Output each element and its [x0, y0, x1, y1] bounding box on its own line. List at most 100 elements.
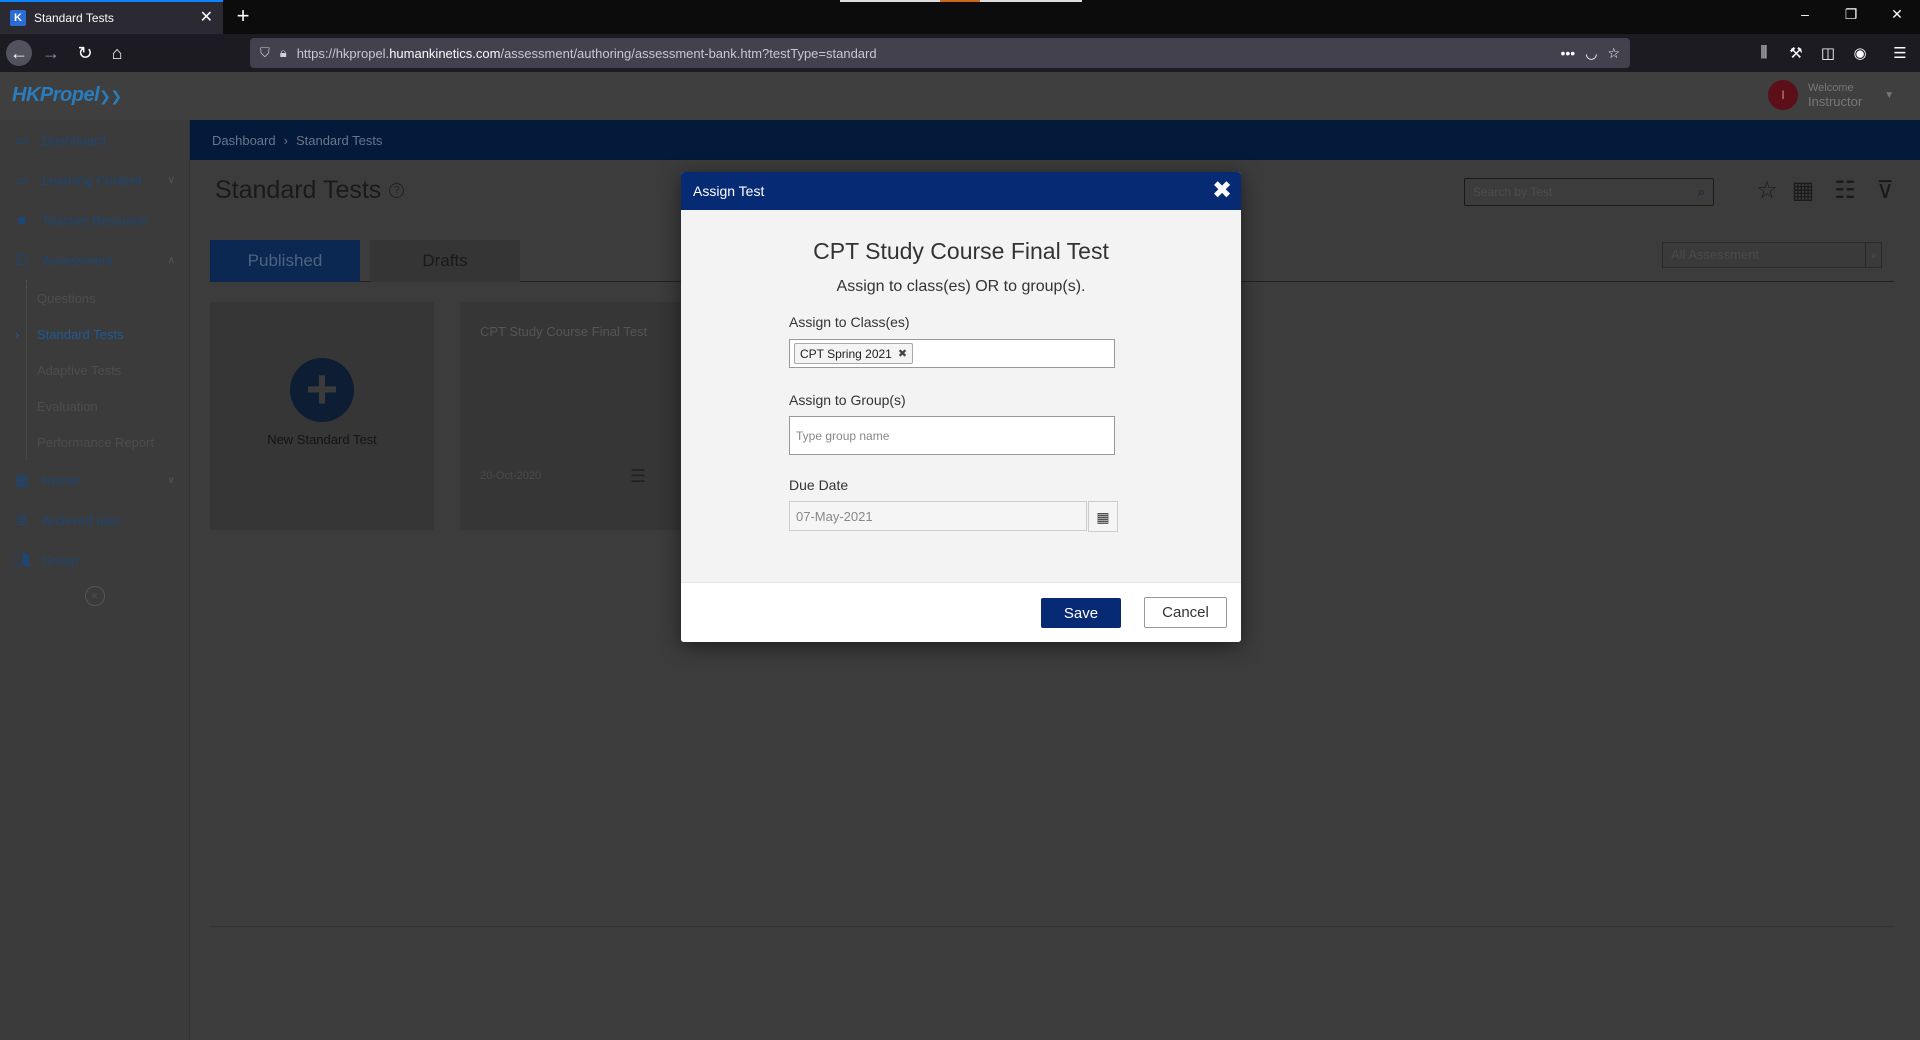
plus-icon[interactable]: +	[290, 358, 354, 422]
tab-drafts[interactable]: Drafts	[370, 240, 520, 282]
help-icon[interactable]: ?	[389, 183, 405, 198]
account-icon[interactable]: ◉	[1848, 44, 1872, 62]
group-label: Assign to Group(s)	[789, 392, 906, 408]
save-button[interactable]: Save	[1041, 598, 1121, 628]
test-card[interactable]: CPT Study Course Final Test 20-Oct-2020 …	[460, 302, 680, 530]
close-window-icon[interactable]: ✕	[1874, 6, 1920, 23]
shield-icon[interactable]: ⛉	[260, 45, 270, 61]
modal-header: Assign Test ✖	[681, 172, 1241, 210]
star-icon[interactable]: ☆	[1752, 176, 1782, 206]
wrench-icon[interactable]: ⚒	[1784, 44, 1808, 62]
monitor-icon: ▭	[14, 132, 30, 149]
page-actions-icon[interactable]: •••	[1561, 45, 1576, 61]
cancel-button[interactable]: Cancel	[1144, 597, 1227, 628]
chevron-up-icon[interactable]: ∧	[168, 255, 175, 266]
breadcrumb-dashboard[interactable]: Dashboard	[212, 133, 276, 148]
forward-icon[interactable]: →	[38, 40, 64, 66]
calendar-icon: ▦	[14, 472, 30, 489]
users-icon: 👥︎	[12, 552, 32, 569]
app-header: HKPropel❯❯ I Welcome Instructor ▼	[0, 72, 1920, 120]
close-tab-icon[interactable]: ✕	[200, 10, 213, 26]
search-icon[interactable]: ⌕	[1698, 184, 1705, 200]
calendar-icon[interactable]: ▦	[1088, 501, 1118, 532]
sidebar: ▭ Dashboard ▱ Learning Content ∨ ■ Teach…	[0, 120, 190, 1040]
sidebar-item-standard-tests[interactable]: Standard Tests	[15, 316, 189, 352]
sidebar-item-teacher-resource[interactable]: ■ Teacher Resource	[0, 200, 189, 240]
url-bar[interactable]: ⛉ 🔒︎ https://hkpropel.humankinetics.com/…	[250, 38, 1630, 68]
bookmark-star-icon[interactable]: ☆	[1607, 45, 1620, 62]
list-view-icon[interactable]: ☷	[1830, 176, 1860, 206]
browser-tab[interactable]: K Standard Tests ✕	[0, 0, 223, 34]
lock-icon[interactable]: 🔒︎	[280, 45, 287, 61]
assessment-submenu: Questions Standard Tests Adaptive Tests …	[15, 280, 189, 460]
modal-footer: Save Cancel	[681, 582, 1241, 642]
assessment-filter-select[interactable]: All Assessment ∨	[1662, 242, 1882, 268]
sidebar-item-archived-user[interactable]: ≣ Archived user	[0, 500, 189, 540]
divider	[210, 926, 1894, 927]
tab-published[interactable]: Published	[210, 240, 360, 282]
sidebar-item-group[interactable]: 👥︎ Group	[0, 540, 189, 580]
browser-tab-bar: K Standard Tests ✕ + – ❐ ✕	[0, 0, 1920, 34]
modal-test-title: CPT Study Course Final Test	[813, 238, 1109, 264]
close-icon[interactable]: ✖	[1209, 178, 1235, 204]
home-icon[interactable]: ⌂	[104, 40, 130, 66]
reload-icon[interactable]: ↻	[72, 40, 98, 66]
search-input[interactable]	[1473, 185, 1698, 199]
hamburger-menu-icon[interactable]: ☰	[630, 466, 646, 487]
chevron-down-icon[interactable]: ∨	[168, 475, 175, 486]
sidebar-item-learning-content[interactable]: ▱ Learning Content ∨	[0, 160, 189, 200]
chevron-down-icon[interactable]: ▼	[1884, 90, 1894, 101]
pocket-icon[interactable]: ◡	[1585, 45, 1597, 62]
restore-icon[interactable]: ❐	[1828, 6, 1874, 23]
grid-view-icon[interactable]: ▦	[1788, 176, 1818, 206]
sidebar-item-questions[interactable]: Questions	[27, 280, 189, 316]
collapse-sidebar-icon[interactable]: «	[84, 586, 105, 606]
breadcrumb-current: Standard Tests	[295, 132, 383, 148]
new-standard-test-label: New Standard Test	[267, 432, 377, 447]
url-text[interactable]: https://hkpropel.humankinetics.com/asses…	[297, 46, 1551, 61]
chevron-down-icon: ∨	[1865, 243, 1881, 267]
user-menu[interactable]: I Welcome Instructor ▼	[1768, 80, 1894, 110]
chevron-down-icon[interactable]: ∨	[168, 175, 175, 186]
book-icon: ▱	[16, 172, 28, 189]
browser-nav-bar: ← → ↻ ⌂ ⛉ 🔒︎ https://hkpropel.humankinet…	[0, 34, 1920, 72]
new-standard-test-card[interactable]: + New Standard Test	[210, 302, 434, 530]
due-date-label: Due Date	[789, 477, 849, 493]
menu-icon[interactable]: ☰	[1888, 44, 1912, 62]
class-chip: CPT Spring 2021 ✖	[794, 343, 914, 364]
class-label: Assign to Class(es)	[789, 314, 910, 330]
breadcrumb-separator: ›	[283, 132, 288, 148]
modal-header-title: Assign Test	[693, 183, 765, 199]
assign-test-modal: Assign Test ✖ CPT Study Course Final Tes…	[681, 172, 1241, 642]
briefcase-icon: ■	[17, 211, 27, 229]
sidebar-item-adaptive-tests[interactable]: Adaptive Tests	[27, 352, 189, 388]
new-tab-icon[interactable]: +	[230, 4, 256, 30]
screen-notch	[840, 0, 1082, 2]
list-icon: ≣	[15, 512, 29, 529]
back-icon[interactable]: ←	[6, 40, 32, 66]
sidebar-toggle-icon[interactable]: ◫	[1816, 44, 1840, 62]
minimize-icon[interactable]: –	[1782, 6, 1828, 22]
due-date-input[interactable]	[789, 501, 1087, 531]
sidebar-item-roster[interactable]: ▦ Roster ∨	[0, 460, 189, 500]
remove-chip-icon[interactable]: ✖	[898, 347, 907, 360]
search-box: ⌕	[1464, 178, 1714, 206]
class-tag-input[interactable]: CPT Spring 2021 ✖	[789, 339, 1115, 368]
sidebar-item-performance-report[interactable]: Performance Report	[27, 424, 189, 460]
browser-tab-title: Standard Tests	[34, 11, 114, 25]
library-icon[interactable]: ⫼	[1752, 44, 1776, 61]
checkbox-icon: ☑	[15, 252, 29, 269]
modal-body: CPT Study Course Final Test Assign to cl…	[681, 210, 1241, 582]
logo[interactable]: HKPropel❯❯	[12, 84, 122, 107]
avatar[interactable]: I	[1768, 80, 1798, 110]
filter-icon[interactable]: ⊽	[1870, 176, 1900, 206]
group-name-input[interactable]	[789, 416, 1115, 455]
sidebar-item-assessment[interactable]: ☑ Assessment ∧	[0, 240, 189, 280]
sidebar-item-dashboard[interactable]: ▭ Dashboard	[0, 120, 189, 160]
modal-subtitle: Assign to class(es) OR to group(s).	[836, 278, 1086, 295]
test-card-date: 20-Oct-2020	[480, 470, 542, 482]
page-title: Standard Tests ?	[215, 176, 405, 205]
sidebar-item-evaluation[interactable]: Evaluation	[27, 388, 189, 424]
welcome-text: Welcome Instructor	[1808, 82, 1863, 109]
site-favicon-icon: K	[10, 10, 26, 26]
